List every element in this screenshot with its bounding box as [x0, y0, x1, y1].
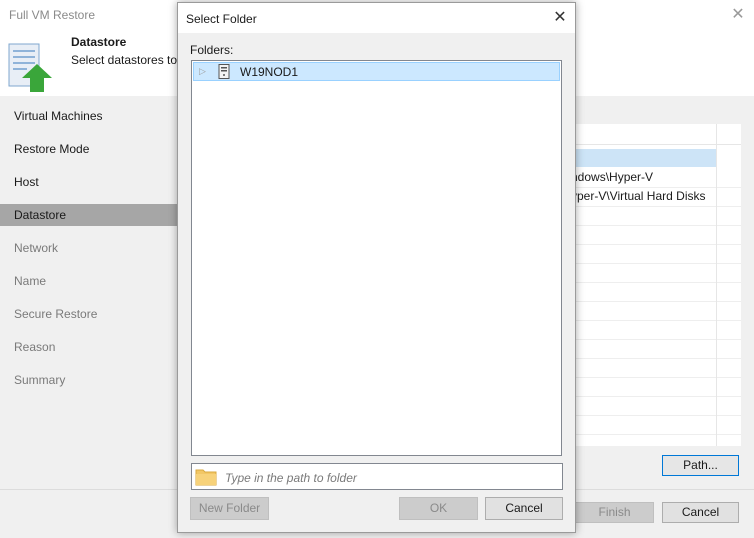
- folder-path-input[interactable]: [225, 470, 555, 486]
- folder-path-box[interactable]: [191, 463, 563, 490]
- step-title: Datastore: [71, 35, 127, 49]
- tree-node[interactable]: ▷ W19NOD1: [193, 62, 560, 81]
- step-restore-mode[interactable]: Restore Mode: [0, 138, 178, 160]
- select-folder-dialog: Select Folder ✕ Folders: ▷ W19NOD1 New F…: [177, 2, 576, 533]
- tree-node-label: W19NOD1: [240, 65, 299, 79]
- new-folder-button[interactable]: New Folder: [190, 497, 269, 520]
- step-description: Select datastores to: [71, 53, 178, 67]
- grid-cell-path: yper-V\Virtual Hard Disks: [571, 189, 706, 203]
- grid-cell-path: ndows\Hyper-V: [571, 170, 654, 184]
- grid-selected-row[interactable]: [569, 149, 717, 167]
- step-datastore[interactable]: Datastore: [0, 204, 178, 226]
- step-host[interactable]: Host: [0, 171, 178, 193]
- restore-datastore-icon: [8, 43, 52, 92]
- step-secure-restore: Secure Restore: [14, 307, 98, 321]
- ok-button[interactable]: OK: [399, 497, 478, 520]
- step-reason: Reason: [14, 340, 56, 354]
- wizard-steps: Virtual Machines Restore Mode Host Datas…: [0, 96, 178, 489]
- window-title: Full VM Restore: [9, 8, 96, 22]
- step-network: Network: [14, 241, 59, 255]
- dialog-title: Select Folder: [186, 12, 257, 26]
- grid-column-divider: [716, 124, 717, 446]
- path-button[interactable]: Path...: [662, 455, 739, 476]
- finish-button[interactable]: Finish: [575, 502, 654, 523]
- step-summary: Summary: [14, 373, 66, 387]
- dialog-titlebar: Select Folder ✕: [178, 3, 575, 33]
- step-virtual-machines[interactable]: Virtual Machines: [0, 105, 178, 127]
- expand-arrow-icon[interactable]: ▷: [199, 66, 206, 77]
- folder-icon: [195, 469, 217, 486]
- dialog-cancel-button[interactable]: Cancel: [485, 497, 563, 520]
- close-icon[interactable]: ✕: [550, 8, 570, 28]
- folders-label: Folders:: [190, 43, 234, 57]
- cancel-button[interactable]: Cancel: [662, 502, 739, 523]
- close-icon[interactable]: ✕: [728, 5, 748, 25]
- datastore-grid[interactable]: ndows\Hyper-V yper-V\Virtual Hard Disks: [568, 124, 741, 446]
- server-icon: [218, 64, 230, 79]
- folder-tree[interactable]: ▷ W19NOD1: [191, 60, 562, 456]
- step-name: Name: [14, 274, 47, 288]
